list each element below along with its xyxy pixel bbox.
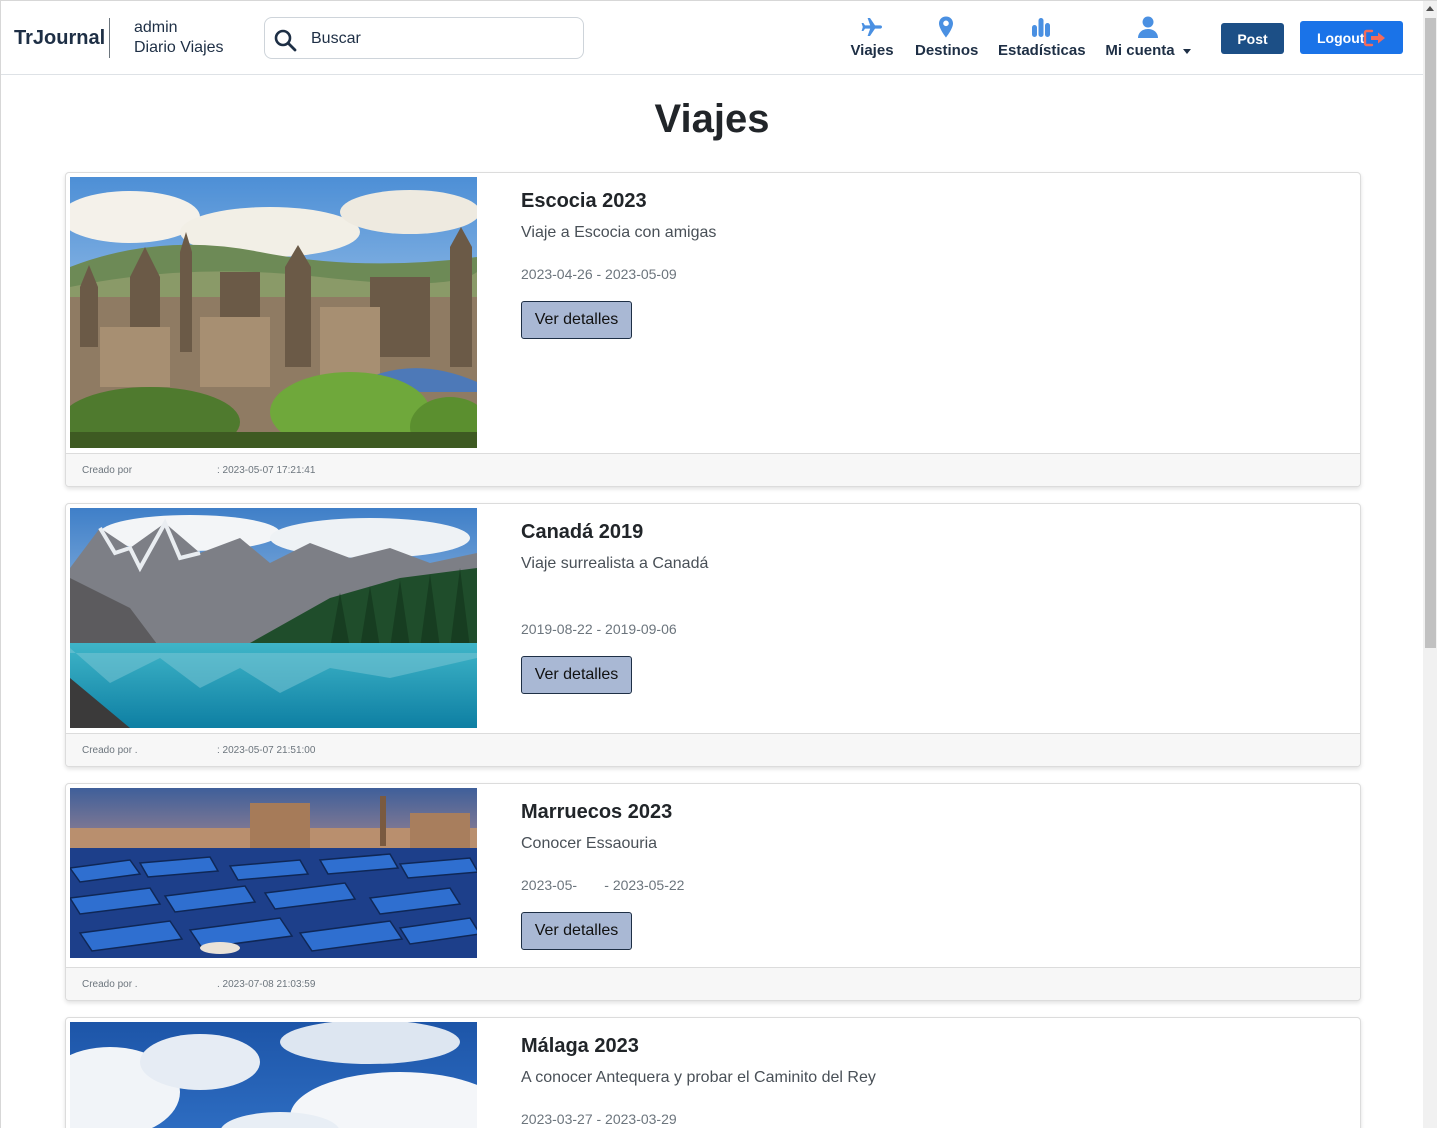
bar-chart-icon — [1032, 18, 1050, 37]
mi-cuenta-label: Mi cuenta — [1105, 42, 1175, 59]
brand-logo[interactable]: TrJournal — [14, 27, 105, 50]
moraine-lake-photo — [70, 508, 477, 728]
trip-description: Conocer Essaouria — [521, 835, 658, 852]
logout-label: Logout — [1317, 29, 1365, 46]
details-button[interactable]: Ver detalles — [521, 301, 632, 339]
nav-item-destinos[interactable]: Destinos — [915, 15, 979, 65]
created-by-label: Creado por . — [82, 745, 138, 756]
trip-card-escocia: Escocia 2023 Viaje a Escocia con amigas … — [65, 172, 1361, 487]
trip-dates: 2023-05- - 2023-05-22 — [521, 877, 685, 893]
page-scrollbar[interactable] — [1423, 1, 1437, 1128]
trip-dates: 2019-08-22 - 2019-09-06 — [521, 621, 677, 637]
user-name: admin — [134, 19, 178, 36]
nav-item-estadisticas[interactable]: Estadísticas — [998, 15, 1086, 65]
map-pin-icon — [939, 16, 953, 38]
edinburgh-photo — [70, 177, 477, 448]
nav-label-destinos: Destinos — [915, 42, 979, 59]
logout-button[interactable]: Logout — [1300, 21, 1403, 54]
card-footer: Creado por . . 2023-07-08 21:03:59 — [66, 967, 1360, 1000]
trip-image-escocia — [70, 177, 477, 448]
trip-description: Viaje a Escocia con amigas — [521, 224, 717, 241]
created-at: . 2023-07-08 21:03:59 — [217, 979, 316, 990]
nav-item-mi-cuenta[interactable]: Mi cuenta — [1105, 15, 1191, 65]
page-title: Viajes — [654, 97, 770, 141]
created-at: : 2023-05-07 21:51:00 — [217, 745, 316, 756]
trip-dates: 2023-04-26 - 2023-05-09 — [521, 266, 677, 282]
scroll-up-arrow-icon[interactable] — [1426, 6, 1434, 11]
logout-icon — [1363, 29, 1385, 47]
user-icon — [1138, 16, 1158, 38]
trip-image-canada — [70, 508, 477, 728]
created-by-label: Creado por — [82, 465, 133, 476]
journal-name: Diario Viajes — [134, 39, 224, 56]
trip-card-malaga: Málaga 2023 A conocer Antequera y probar… — [65, 1017, 1361, 1128]
details-button[interactable]: Ver detalles — [521, 912, 632, 950]
trip-card-canada: Canadá 2019 Viaje surrealista a Canadá 2… — [65, 503, 1361, 767]
trip-title: Marruecos 2023 — [521, 801, 673, 823]
post-button[interactable]: Post — [1221, 23, 1284, 54]
essaouira-photo — [70, 788, 477, 958]
trip-image-marruecos — [70, 788, 477, 958]
malaga-sky-photo — [70, 1022, 477, 1128]
trip-description: Viaje surrealista a Canadá — [521, 555, 709, 572]
created-by-label: Creado por . — [82, 979, 138, 990]
nav-label-estadisticas: Estadísticas — [998, 42, 1086, 59]
created-at: : 2023-05-07 17:21:41 — [217, 465, 316, 476]
search-box[interactable] — [264, 17, 584, 59]
card-footer: Creado por . : 2023-05-07 21:51:00 — [66, 733, 1360, 766]
trip-card-marruecos: Marruecos 2023 Conocer Essaouria 2023-05… — [65, 783, 1361, 1001]
trip-title: Málaga 2023 — [521, 1035, 639, 1057]
trip-description: A conocer Antequera y probar el Caminito… — [521, 1069, 876, 1086]
card-footer: Creado por : 2023-05-07 17:21:41 — [66, 453, 1360, 486]
chevron-down-icon — [1182, 48, 1191, 54]
search-input[interactable] — [311, 26, 571, 52]
navbar: TrJournal admin Diario Viajes Viajes Des… — [1, 1, 1423, 75]
trip-title: Escocia 2023 — [521, 190, 647, 212]
trip-dates: 2023-03-27 - 2023-03-29 — [521, 1111, 677, 1127]
search-icon[interactable] — [273, 28, 297, 52]
nav-label-viajes: Viajes — [850, 42, 894, 59]
user-info: admin Diario Viajes — [134, 18, 224, 58]
nav-item-viajes[interactable]: Viajes — [849, 15, 895, 65]
scrollbar-thumb[interactable] — [1425, 18, 1436, 648]
details-button[interactable]: Ver detalles — [521, 656, 632, 694]
trip-title: Canadá 2019 — [521, 521, 644, 543]
brand-divider — [109, 18, 110, 58]
nav-label-mi-cuenta: Mi cuenta — [1105, 42, 1191, 59]
plane-icon — [861, 18, 882, 36]
trip-image-malaga — [70, 1022, 477, 1128]
